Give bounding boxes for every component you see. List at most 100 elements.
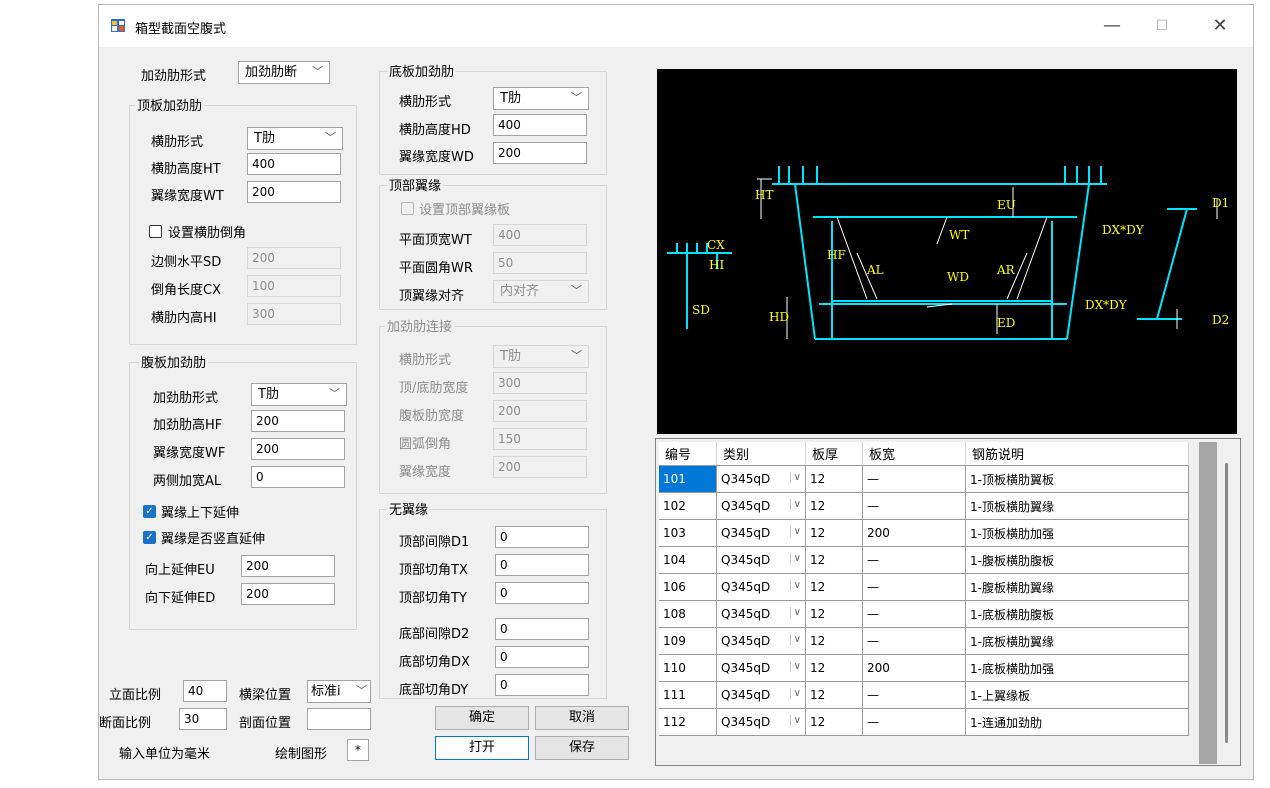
dy-input[interactable]: 0 bbox=[495, 674, 589, 696]
table-row[interactable]: 110 Q345qD ∨ 12 200 1-底板横肋加强 bbox=[659, 654, 1189, 682]
cell-material[interactable]: Q345qD ∨ bbox=[716, 546, 806, 574]
cell-thickness[interactable]: 12 bbox=[805, 708, 863, 736]
chevron-down-icon[interactable]: ∨ bbox=[789, 580, 801, 591]
cell-width[interactable]: 200 bbox=[862, 519, 966, 547]
cell-material[interactable]: Q345qD ∨ bbox=[716, 519, 806, 547]
wf-input[interactable]: 200 bbox=[251, 438, 345, 460]
top-flange-checkbox[interactable] bbox=[401, 202, 414, 215]
cell-width[interactable]: 200 bbox=[862, 654, 966, 682]
cx-input[interactable]: 100 bbox=[247, 275, 341, 297]
cell-material[interactable]: Q345qD ∨ bbox=[716, 654, 806, 682]
table-row[interactable]: 109 Q345qD ∨ 12 — 1-底板横肋翼缘 bbox=[659, 627, 1189, 655]
table-row[interactable]: 106 Q345qD ∨ 12 — 1-腹板横肋翼缘 bbox=[659, 573, 1189, 601]
cell-id[interactable]: 112 bbox=[659, 708, 717, 736]
cell-id[interactable]: 103 bbox=[659, 519, 717, 547]
sect-pos-input[interactable] bbox=[307, 708, 371, 730]
hf-input[interactable]: 200 bbox=[251, 410, 345, 432]
eu-input[interactable]: 200 bbox=[241, 555, 335, 577]
cell-width[interactable]: — bbox=[862, 573, 966, 601]
chevron-down-icon[interactable]: ∨ bbox=[789, 634, 801, 645]
sect-scale-input[interactable]: 30 bbox=[179, 708, 227, 730]
cell-desc[interactable]: 1-连通加劲肋 bbox=[965, 708, 1189, 736]
ext-ud-checkbox[interactable]: ✓ bbox=[143, 505, 156, 518]
col-header-width[interactable]: 板宽 bbox=[862, 442, 966, 466]
cell-desc[interactable]: 1-底板横肋翼缘 bbox=[965, 627, 1189, 655]
web-form-select[interactable]: T肋 ﹀ bbox=[251, 383, 347, 406]
cell-desc[interactable]: 1-顶板横肋加强 bbox=[965, 519, 1189, 547]
cell-width[interactable]: — bbox=[862, 465, 966, 493]
cell-id[interactable]: 104 bbox=[659, 546, 717, 574]
dx-input[interactable]: 0 bbox=[495, 646, 589, 668]
cell-thickness[interactable]: 12 bbox=[805, 465, 863, 493]
chevron-down-icon[interactable]: ∨ bbox=[789, 553, 801, 564]
chamfer-checkbox[interactable] bbox=[149, 225, 162, 238]
ed-input[interactable]: 200 bbox=[241, 583, 335, 605]
flange-wt-input[interactable]: 400 bbox=[493, 224, 587, 246]
conn-web-input[interactable]: 200 bbox=[493, 400, 587, 422]
cell-material[interactable]: Q345qD ∨ bbox=[716, 600, 806, 628]
minimize-button[interactable]: — bbox=[1089, 9, 1135, 43]
ok-button[interactable]: 确定 bbox=[435, 706, 529, 730]
cell-desc[interactable]: 1-底板横肋腹板 bbox=[965, 600, 1189, 628]
conn-form-select[interactable]: T肋 ﹀ bbox=[493, 345, 589, 368]
cell-width[interactable]: — bbox=[862, 708, 966, 736]
cell-thickness[interactable]: 12 bbox=[805, 573, 863, 601]
cell-desc[interactable]: 1-腹板横肋翼缘 bbox=[965, 573, 1189, 601]
rib-form-select[interactable]: 加劲肋断 ﹀ bbox=[238, 61, 330, 84]
table-row[interactable]: 103 Q345qD ∨ 12 200 1-顶板横肋加强 bbox=[659, 519, 1189, 547]
beam-pos-select[interactable]: 标准i ﹀ bbox=[307, 680, 371, 703]
cell-thickness[interactable]: 12 bbox=[805, 600, 863, 628]
ext-v-checkbox[interactable]: ✓ bbox=[143, 531, 156, 544]
sd-input[interactable]: 200 bbox=[247, 247, 341, 269]
cell-thickness[interactable]: 12 bbox=[805, 654, 863, 682]
al-input[interactable]: 0 bbox=[251, 466, 345, 488]
cell-desc[interactable]: 1-顶板横肋翼板 bbox=[965, 465, 1189, 493]
cell-desc[interactable]: 1-顶板横肋翼缘 bbox=[965, 492, 1189, 520]
hi-input[interactable]: 300 bbox=[247, 303, 341, 325]
tx-input[interactable]: 0 bbox=[495, 554, 589, 576]
hd-input[interactable]: 400 bbox=[493, 114, 587, 136]
cell-thickness[interactable]: 12 bbox=[805, 627, 863, 655]
cell-material[interactable]: Q345qD ∨ bbox=[716, 627, 806, 655]
conn-fl-input[interactable]: 200 bbox=[493, 456, 587, 478]
chevron-down-icon[interactable]: ∨ bbox=[789, 607, 801, 618]
close-button[interactable]: ✕ bbox=[1197, 9, 1243, 43]
chevron-down-icon[interactable]: ∨ bbox=[789, 499, 801, 510]
table-row[interactable]: 108 Q345qD ∨ 12 — 1-底板横肋腹板 bbox=[659, 600, 1189, 628]
scrollbar-thumb[interactable] bbox=[1225, 463, 1228, 743]
cell-desc[interactable]: 1-上翼缘板 bbox=[965, 681, 1189, 709]
cell-id[interactable]: 106 bbox=[659, 573, 717, 601]
cell-material[interactable]: Q345qD ∨ bbox=[716, 492, 806, 520]
cell-width[interactable]: — bbox=[862, 492, 966, 520]
chevron-down-icon[interactable]: ∨ bbox=[789, 715, 801, 726]
cell-desc[interactable]: 1-腹板横肋腹板 bbox=[965, 546, 1189, 574]
cell-id[interactable]: 101 bbox=[659, 465, 717, 493]
col-header-id[interactable]: 编号 bbox=[659, 442, 717, 466]
cell-thickness[interactable]: 12 bbox=[805, 519, 863, 547]
cell-id[interactable]: 108 bbox=[659, 600, 717, 628]
cell-id[interactable]: 109 bbox=[659, 627, 717, 655]
col-header-desc[interactable]: 钢筋说明 bbox=[965, 442, 1189, 466]
table-row[interactable]: 111 Q345qD ∨ 12 — 1-上翼缘板 bbox=[659, 681, 1189, 709]
cell-width[interactable]: — bbox=[862, 681, 966, 709]
conn-arc-input[interactable]: 150 bbox=[493, 428, 587, 450]
chevron-down-icon[interactable]: ∨ bbox=[789, 526, 801, 537]
elev-scale-input[interactable]: 40 bbox=[183, 680, 227, 702]
table-row[interactable]: 101 Q345qD ∨ 12 — 1-顶板横肋翼板 bbox=[659, 465, 1189, 493]
open-button[interactable]: 打开 bbox=[435, 736, 529, 760]
chevron-down-icon[interactable]: ∨ bbox=[789, 661, 801, 672]
cell-id[interactable]: 111 bbox=[659, 681, 717, 709]
cell-thickness[interactable]: 12 bbox=[805, 492, 863, 520]
table-row[interactable]: 102 Q345qD ∨ 12 — 1-顶板横肋翼缘 bbox=[659, 492, 1189, 520]
cell-material[interactable]: Q345qD ∨ bbox=[716, 465, 806, 493]
top-wt-input[interactable]: 200 bbox=[247, 181, 341, 203]
ty-input[interactable]: 0 bbox=[495, 582, 589, 604]
cell-id[interactable]: 110 bbox=[659, 654, 717, 682]
flange-wr-input[interactable]: 50 bbox=[493, 252, 587, 274]
save-button[interactable]: 保存 bbox=[535, 736, 629, 760]
cell-width[interactable]: — bbox=[862, 546, 966, 574]
conn-tb-input[interactable]: 300 bbox=[493, 372, 587, 394]
col-header-thickness[interactable]: 板厚 bbox=[805, 442, 863, 466]
cell-id[interactable]: 102 bbox=[659, 492, 717, 520]
cell-material[interactable]: Q345qD ∨ bbox=[716, 681, 806, 709]
